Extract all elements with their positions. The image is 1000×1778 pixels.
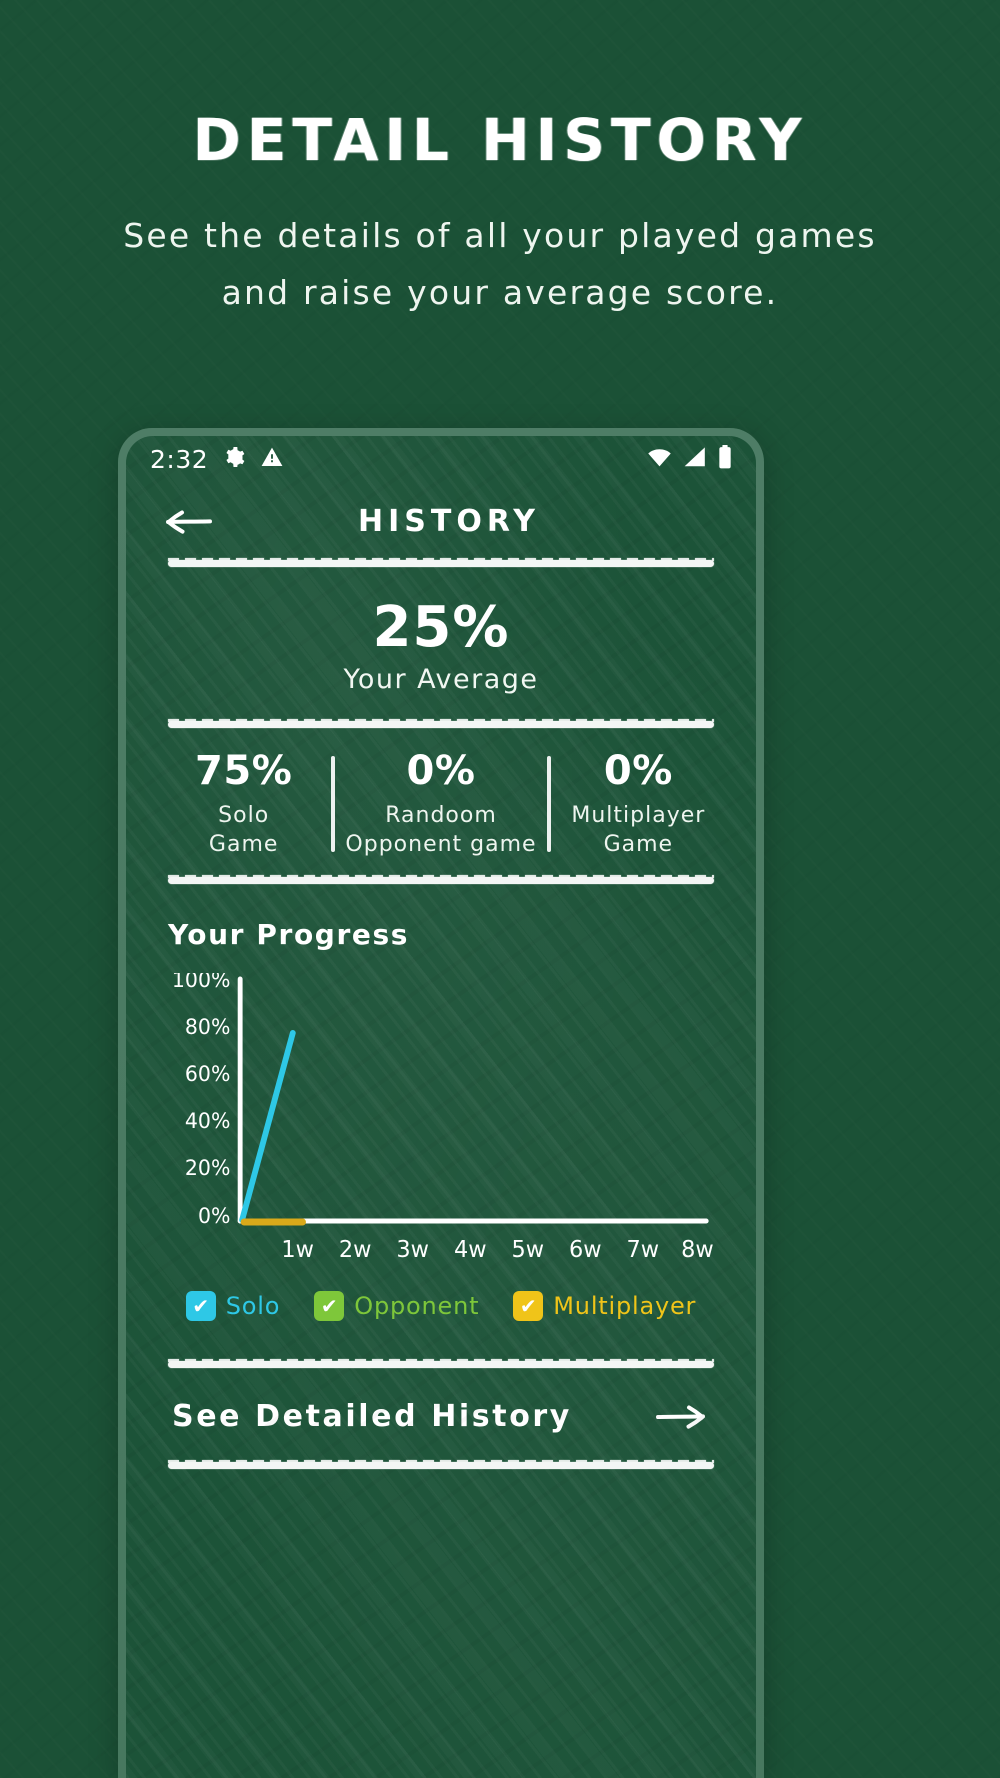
battery-icon (718, 445, 732, 473)
legend-item-solo[interactable]: ✔ Solo (185, 1291, 281, 1322)
chart-xtick-4w: 4w (454, 1237, 487, 1263)
stats-row: 75% Solo Game 0% Randoom Opponent game 0… (126, 728, 756, 877)
status-bar-left: 2:32 (150, 445, 284, 474)
stat-solo-label: Solo Game (162, 802, 325, 859)
divider-rule-top (168, 558, 714, 567)
stat-solo-label-line1: Solo (218, 803, 270, 828)
chart-ytick-80: 80% (185, 1015, 230, 1039)
chart-ytick-20: 20% (185, 1156, 230, 1180)
hero-section: DETAIL HISTORY See the details of all yo… (0, 0, 1000, 322)
stat-multiplayer-value: 0% (603, 748, 673, 794)
legend-item-multiplayer[interactable]: ✔ Multiplayer (513, 1291, 697, 1322)
chart-xtick-7w: 7w (627, 1237, 660, 1263)
chart-xtick-1w: 1w (281, 1237, 314, 1263)
app-title: HISTORY (357, 503, 541, 539)
chart-area: 100% 80% 60% 40% 20% 0% 1w 2w 3w 4w 5w 6… (168, 973, 714, 1273)
arrow-right-icon[interactable] (652, 1398, 710, 1434)
chart-title: Your Progress (168, 918, 409, 952)
progress-chart-section: Your Progress 100% 80% 60% 40% 20% 0% 1w… (126, 884, 756, 1322)
status-bar: 2:32 (126, 436, 756, 482)
warning-triangle-icon (260, 445, 284, 473)
phone-mockup: 2:32 HISTORY 25% Your Average 75% Solo G… (118, 428, 764, 1778)
chart-xtick-2w: 2w (339, 1237, 372, 1263)
average-block: 25% Your Average (126, 567, 756, 721)
chart-xtick-3w: 3w (396, 1237, 429, 1263)
legend-label-solo: Solo (225, 1292, 281, 1321)
stat-divider-2 (546, 755, 551, 852)
status-bar-right (647, 445, 732, 473)
cell-signal-icon (683, 446, 707, 472)
legend-checkbox-multiplayer[interactable]: ✔ (513, 1291, 544, 1322)
chart-ytick-100: 100% (172, 973, 230, 992)
stat-opponent-label: Randoom Opponent game (341, 802, 540, 859)
divider-rule-footer-bottom (168, 1460, 714, 1470)
check-icon: ✔ (320, 1294, 338, 1319)
app-header: HISTORY (126, 482, 756, 560)
see-detailed-history-row[interactable]: See Detailed History (126, 1368, 756, 1462)
chart-xtick-6w: 6w (569, 1237, 602, 1263)
stat-solo: 75% Solo Game (156, 748, 331, 859)
stat-multiplayer-label: Multiplayer Game (557, 802, 720, 859)
check-icon: ✔ (519, 1294, 537, 1319)
stat-opponent: 0% Randoom Opponent game (335, 748, 546, 859)
chart-y-tick-labels: 100% 80% 60% 40% 20% 0% (172, 973, 230, 1228)
chart-series-solo (239, 1030, 296, 1224)
chart-ytick-0: 0% (198, 1204, 230, 1228)
page-subtitle: See the details of all your played games… (123, 216, 877, 312)
chart-ytick-40: 40% (185, 1109, 230, 1133)
progress-line-chart: 100% 80% 60% 40% 20% 0% 1w 2w 3w 4w 5w 6… (172, 973, 714, 1263)
stat-multiplayer-label-line2: Game (603, 831, 674, 857)
status-time: 2:32 (150, 444, 209, 474)
average-label: Your Average (343, 664, 539, 695)
legend-checkbox-opponent[interactable]: ✔ (314, 1291, 345, 1322)
chart-ytick-60: 60% (185, 1062, 230, 1086)
stat-solo-label-line2: Game (208, 831, 279, 857)
gear-icon (222, 445, 246, 473)
stat-opponent-label-line2: Opponent game (345, 831, 537, 857)
divider-rule-average (168, 719, 714, 728)
chart-x-tick-labels: 1w 2w 3w 4w 5w 6w 7w 8w (281, 1237, 713, 1263)
chart-xtick-5w: 5w (511, 1237, 544, 1263)
chart-xtick-8w: 8w (681, 1237, 714, 1263)
stat-opponent-value: 0% (406, 748, 476, 794)
legend-item-opponent[interactable]: ✔ Opponent (314, 1291, 480, 1322)
stat-multiplayer: 0% Multiplayer Game (551, 748, 726, 859)
chart-legend: ✔ Solo ✔ Opponent ✔ Multiplayer (168, 1291, 714, 1322)
stat-multiplayer-label-line1: Multiplayer (571, 803, 706, 828)
page-title: DETAIL HISTORY (192, 106, 808, 174)
stat-solo-value: 75% (195, 748, 293, 794)
divider-rule-stats (168, 875, 714, 885)
check-icon: ✔ (192, 1294, 210, 1319)
stat-divider-1 (331, 755, 336, 852)
chart-series-group (239, 1030, 306, 1226)
legend-checkbox-solo[interactable]: ✔ (185, 1291, 216, 1322)
phone-screen: 2:32 HISTORY 25% Your Average 75% Solo G… (126, 436, 756, 1778)
divider-rule-footer-top (168, 1359, 714, 1369)
stat-opponent-label-line1: Randoom (385, 803, 497, 828)
average-value: 25% (372, 595, 510, 660)
legend-label-opponent: Opponent (354, 1292, 480, 1321)
see-detailed-history-label: See Detailed History (172, 1398, 572, 1434)
legend-label-multiplayer: Multiplayer (553, 1292, 697, 1321)
wifi-icon (647, 446, 672, 472)
